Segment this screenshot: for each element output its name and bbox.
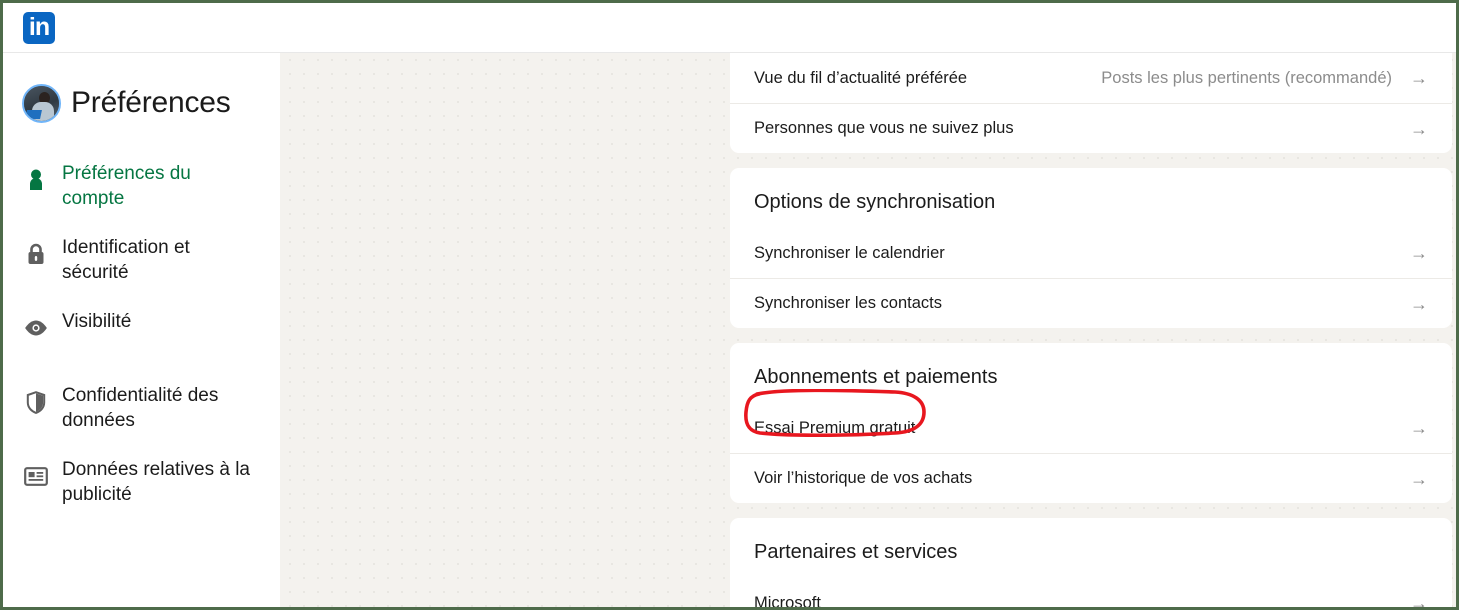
sidebar-item-visibility[interactable]: Visibilité [3, 301, 280, 375]
row-microsoft[interactable]: Microsoft → [730, 578, 1452, 610]
row-free-premium-trial[interactable]: Essai Premium gratuit → [730, 403, 1452, 453]
chevron-right-icon[interactable]: → [1408, 69, 1428, 87]
chevron-right-icon[interactable]: → [1408, 470, 1428, 488]
page-body: Préférences Préférences du compte Identi… [3, 53, 1456, 607]
sidebar-header: Préférences [3, 77, 280, 129]
row-label: Personnes que vous ne suivez plus [754, 119, 1014, 137]
row-label: Synchroniser les contacts [754, 294, 943, 312]
shield-icon [22, 388, 50, 416]
row-unfollowed-people[interactable]: Personnes que vous ne suivez plus → [730, 103, 1452, 153]
chevron-right-icon[interactable]: → [1408, 295, 1428, 313]
linkedin-logo-icon[interactable]: in [23, 12, 55, 44]
row-label: Synchroniser le calendrier [754, 243, 945, 262]
browser-page: in Préférences Préférences du compte Ide… [0, 0, 1459, 610]
person-icon [22, 166, 50, 194]
settings-content: Vue du fil d’actualité préférée Posts le… [730, 53, 1452, 607]
row-preferred-feed-view[interactable]: Vue du fil d’actualité préférée Posts le… [730, 53, 1452, 103]
sidebar-nav: Préférences du compte Identification et … [3, 153, 280, 523]
sidebar-item-sign-in-security[interactable]: Identification et sécurité [3, 227, 280, 301]
row-purchase-history[interactable]: Voir l’historique de vos achats → [730, 453, 1452, 503]
sidebar-item-data-privacy[interactable]: Confidentialité des données [3, 375, 280, 449]
ad-card-icon [22, 462, 50, 490]
page-title: Préférences [71, 86, 231, 119]
avatar-laptop [25, 109, 42, 119]
chevron-right-icon[interactable]: → [1408, 594, 1428, 607]
chevron-right-icon[interactable]: → [1408, 244, 1428, 262]
sidebar-item-label: Identification et sécurité [62, 237, 190, 283]
sidebar-item-label: Préférences du compte [62, 163, 191, 209]
settings-card-subscriptions-payments: Abonnements et paiements Essai Premium g… [730, 343, 1452, 503]
sidebar-item-advertising-data[interactable]: Données relatives à la publicité [3, 449, 280, 523]
row-sync-contacts[interactable]: Synchroniser les contacts → [730, 278, 1452, 328]
lock-icon [22, 240, 50, 268]
settings-sidebar: Préférences Préférences du compte Identi… [3, 53, 280, 607]
sidebar-item-label: Confidentialité des données [62, 385, 219, 431]
row-sync-calendar[interactable]: Synchroniser le calendrier → [730, 228, 1452, 278]
row-value: Posts les plus pertinents (recommandé) [1101, 68, 1392, 87]
sidebar-item-account-preferences[interactable]: Préférences du compte [3, 153, 280, 227]
row-label: Microsoft [754, 593, 821, 610]
section-title: Partenaires et services [754, 541, 958, 563]
settings-card-sync-options: Options de synchronisation Synchroniser … [730, 168, 1452, 328]
eye-icon [22, 314, 50, 342]
sidebar-item-label: Données relatives à la publicité [62, 459, 250, 505]
section-title: Options de synchronisation [754, 191, 996, 213]
settings-card-partners-services: Partenaires et services Microsoft → [730, 518, 1452, 610]
avatar[interactable] [22, 83, 61, 123]
row-label: Essai Premium gratuit [754, 418, 916, 437]
chevron-right-icon[interactable]: → [1408, 419, 1428, 437]
chevron-right-icon[interactable]: → [1408, 120, 1428, 138]
section-title: Abonnements et paiements [754, 366, 998, 388]
row-label: Vue du fil d’actualité préférée [754, 68, 968, 87]
top-navigation-bar: in [3, 3, 1456, 53]
row-label: Voir l’historique de vos achats [754, 469, 973, 487]
sidebar-item-label: Visibilité [62, 311, 132, 332]
settings-card-feed: Vue du fil d’actualité préférée Posts le… [730, 53, 1452, 153]
